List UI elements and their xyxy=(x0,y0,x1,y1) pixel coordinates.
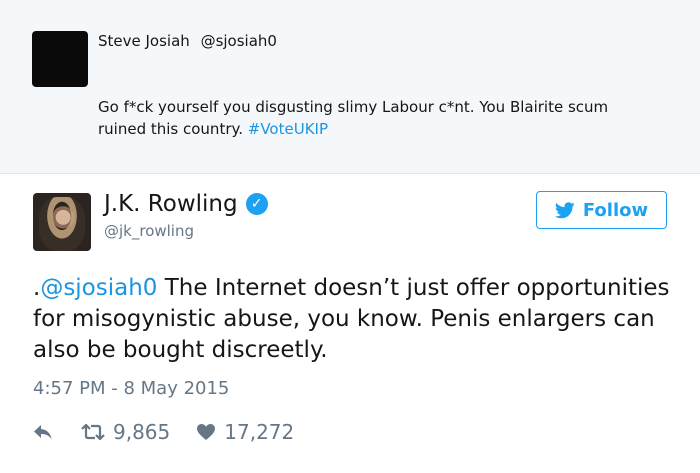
mention-link[interactable]: @sjosiah0 xyxy=(40,275,157,301)
retweet-count: 9,865 xyxy=(113,420,171,444)
bird-icon xyxy=(554,201,575,218)
author-handle[interactable]: @jk_rowling xyxy=(104,222,194,240)
tweet-text: .@sjosiah0 The Internet doesn’t just off… xyxy=(33,273,683,366)
quoted-header: Steve Josiah @sjosiah0 xyxy=(98,32,277,50)
retweet-icon xyxy=(81,424,105,440)
timestamp[interactable]: 4:57 PM - 8 May 2015 xyxy=(33,378,229,399)
follow-button[interactable]: Follow xyxy=(536,191,667,229)
avatar[interactable] xyxy=(32,31,88,87)
author-name-row: J.K. Rowling ✓ xyxy=(104,191,268,217)
retweet-button[interactable]: 9,865 xyxy=(81,420,170,444)
reply-button[interactable] xyxy=(33,424,53,440)
hashtag-link[interactable]: #VoteUKIP xyxy=(248,120,328,138)
like-button[interactable]: 17,272 xyxy=(196,420,294,444)
like-count: 17,272 xyxy=(224,420,295,444)
quoted-tweet: Steve Josiah @sjosiah0 Go f*ck yourself … xyxy=(0,0,700,174)
reply-icon xyxy=(34,425,52,439)
author-handle[interactable]: @sjosiah0 xyxy=(201,32,277,50)
author-name[interactable]: J.K. Rowling xyxy=(104,191,238,217)
tweet-actions: 9,865 17,272 xyxy=(33,418,294,446)
avatar[interactable] xyxy=(33,193,91,251)
verified-badge-icon: ✓ xyxy=(245,193,268,215)
follow-label: Follow xyxy=(582,199,649,221)
quoted-body: Go f*ck yourself you disgusting slimy La… xyxy=(98,98,609,138)
heart-icon xyxy=(197,424,216,440)
main-tweet: J.K. Rowling ✓ @jk_rowling Follow .@sjos… xyxy=(0,174,700,473)
quoted-text: Go f*ck yourself you disgusting slimy La… xyxy=(98,96,658,140)
author-name[interactable]: Steve Josiah xyxy=(98,32,190,50)
